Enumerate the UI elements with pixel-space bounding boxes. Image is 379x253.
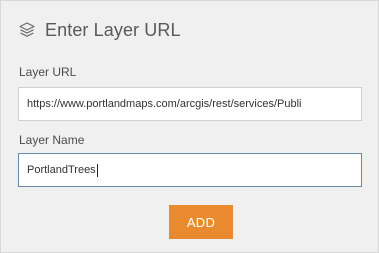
layer-name-input[interactable]: PortlandTrees: [18, 153, 362, 187]
panel-title: Enter Layer URL: [45, 19, 181, 40]
layer-url-label: Layer URL: [19, 65, 77, 79]
layers-icon: [18, 21, 36, 39]
add-button[interactable]: ADD: [169, 205, 233, 239]
text-caret: [96, 163, 98, 177]
layer-name-label: Layer Name: [19, 133, 85, 147]
enter-layer-url-panel: Enter Layer URL Layer URL https://www.po…: [0, 0, 379, 253]
layer-url-input[interactable]: https://www.portlandmaps.com/arcgis/rest…: [18, 87, 362, 121]
layer-name-value: PortlandTrees: [27, 164, 96, 176]
panel-header: Enter Layer URL: [18, 18, 181, 42]
layer-url-value: https://www.portlandmaps.com/arcgis/rest…: [27, 98, 302, 110]
